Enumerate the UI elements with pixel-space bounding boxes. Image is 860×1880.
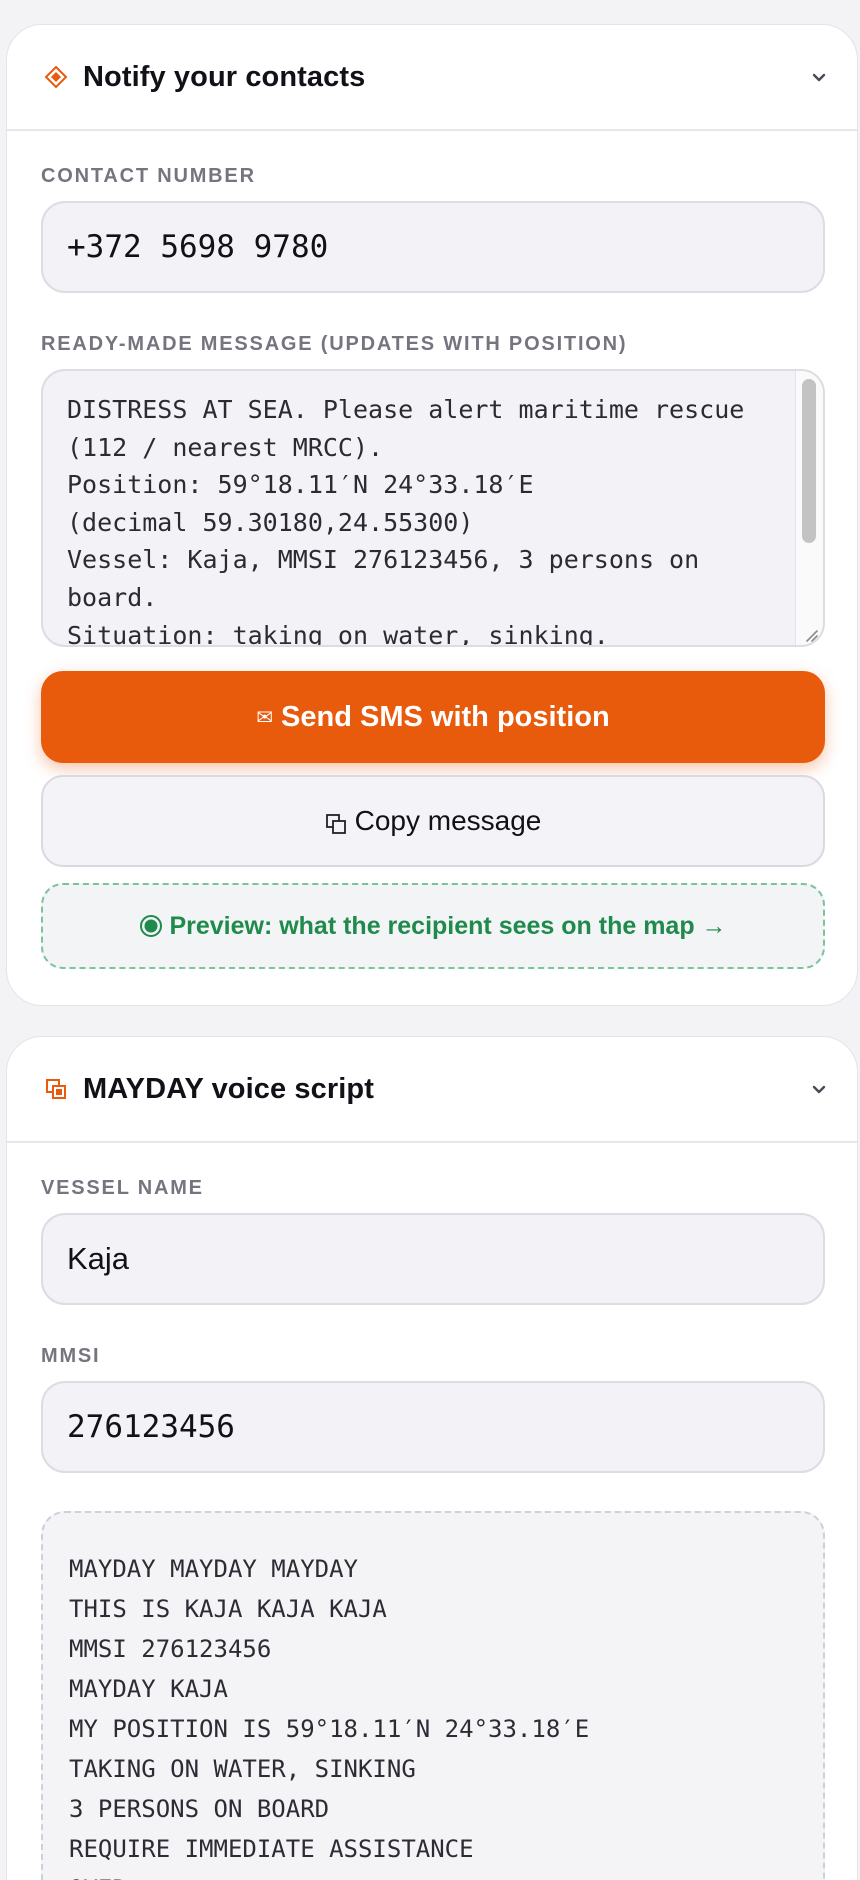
diamond-icon <box>39 60 73 94</box>
message-label: READY-MADE MESSAGE (UPDATES WITH POSITIO… <box>41 333 628 355</box>
copy-icon <box>325 810 347 834</box>
contact-number-input[interactable]: +372 5698 9780 <box>41 201 825 293</box>
preview-map-label: Preview: what the recipient sees on the … <box>169 911 727 940</box>
mayday-script-card: MAYDAY voice script VESSEL NAME Kaja MMS… <box>6 1036 858 1880</box>
copy-message-button[interactable]: Copy message <box>41 775 825 867</box>
copy-squares-icon <box>39 1072 73 1106</box>
mayday-script-text: MAYDAY MAYDAY MAYDAY THIS IS KAJA KAJA K… <box>69 1555 590 1880</box>
mmsi-input[interactable]: 276123456 <box>41 1381 825 1473</box>
resize-handle-icon[interactable] <box>799 623 819 643</box>
copy-message-label: Copy message <box>354 805 542 836</box>
message-text: DISTRESS AT SEA. Please alert maritime r… <box>67 395 745 647</box>
message-textarea[interactable]: DISTRESS AT SEA. Please alert maritime r… <box>41 369 825 647</box>
chevron-down-icon[interactable] <box>809 1079 829 1099</box>
chevron-down-icon[interactable] <box>809 67 829 87</box>
preview-map-link[interactable]: Preview: what the recipient sees on the … <box>41 883 825 969</box>
vessel-name-input[interactable]: Kaja <box>41 1213 825 1305</box>
mayday-card-title: MAYDAY voice script <box>83 1072 374 1105</box>
mayday-card-header[interactable]: MAYDAY voice script <box>7 1037 857 1143</box>
radio-dot-icon <box>139 914 163 938</box>
send-sms-label: Send SMS with position <box>281 700 610 733</box>
message-scrollbar[interactable] <box>795 371 823 645</box>
contact-number-label: CONTACT NUMBER <box>41 165 256 187</box>
vessel-name-label: VESSEL NAME <box>41 1177 204 1199</box>
mayday-script-box: MAYDAY MAYDAY MAYDAY THIS IS KAJA KAJA K… <box>41 1511 825 1880</box>
send-sms-button[interactable]: ✉ Send SMS with position <box>41 671 825 763</box>
mmsi-label: MMSI <box>41 1345 101 1367</box>
message-scroll-thumb[interactable] <box>802 379 816 543</box>
notify-contacts-card: Notify your contacts CONTACT NUMBER +372… <box>6 24 858 1006</box>
notify-card-header[interactable]: Notify your contacts <box>7 25 857 131</box>
envelope-icon: ✉ <box>256 706 274 729</box>
notify-card-title: Notify your contacts <box>83 60 366 93</box>
